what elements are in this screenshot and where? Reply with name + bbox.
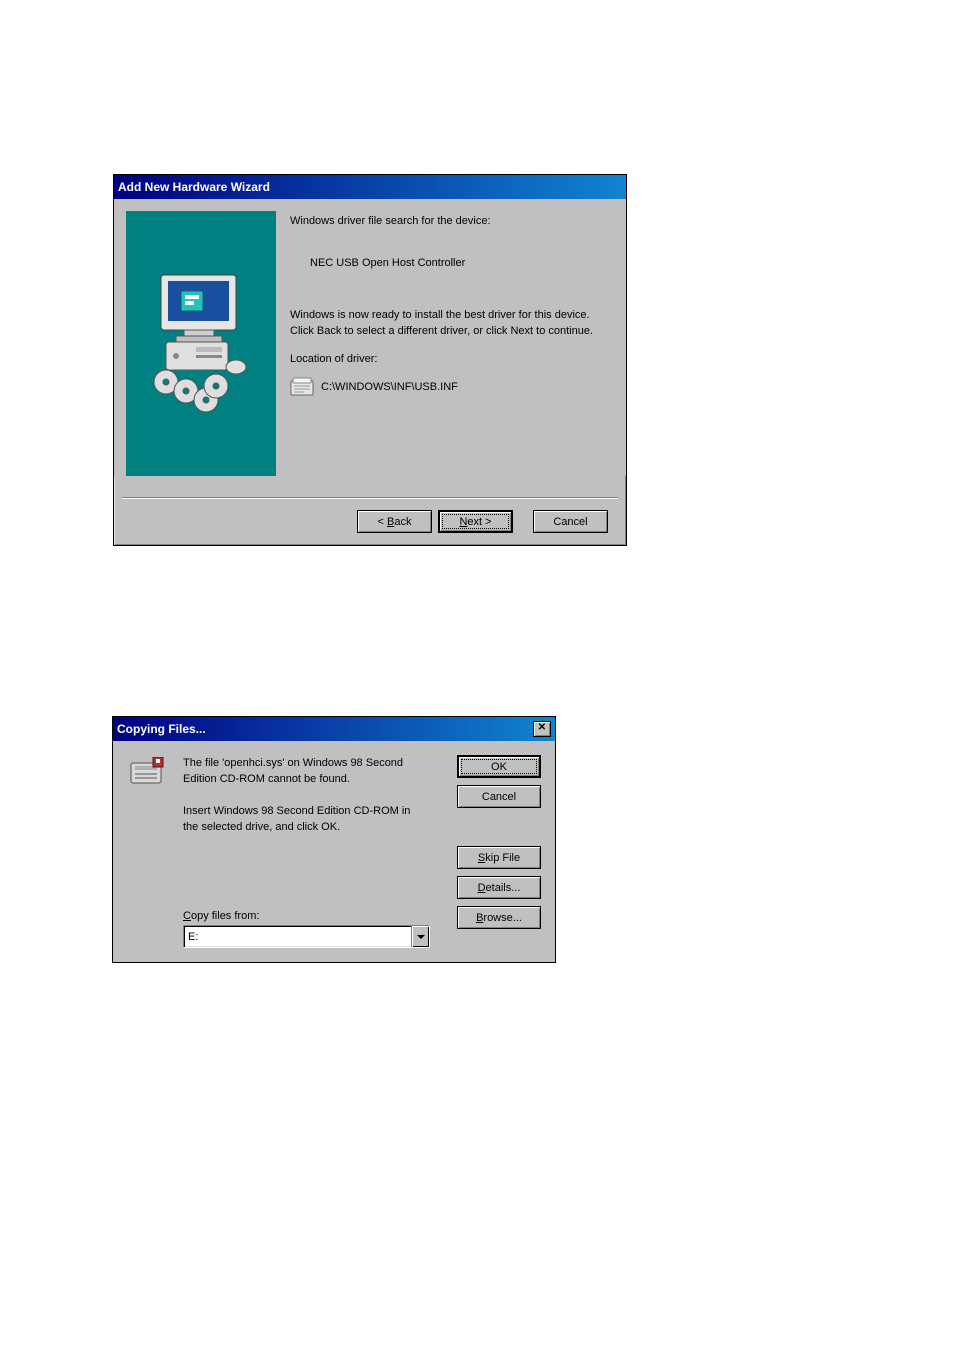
copying-message-2: Insert Windows 98 Second Edition CD-ROM … xyxy=(183,803,428,835)
wizard-ready-message: Windows is now ready to install the best… xyxy=(290,307,608,339)
wizard-separator xyxy=(122,497,618,499)
wizard-device-name: NEC USB Open Host Controller xyxy=(290,255,608,271)
skip-file-button[interactable]: Skip File xyxy=(457,846,541,869)
wizard-location-label: Location of driver: xyxy=(290,351,608,367)
cancel-button[interactable]: Cancel xyxy=(533,510,608,533)
wizard-sidepanel xyxy=(126,211,276,476)
copy-cancel-button[interactable]: Cancel xyxy=(457,785,541,808)
details-button[interactable]: Details... xyxy=(457,876,541,899)
computer-devices-icon xyxy=(136,267,266,420)
wizard-titlebar: Add New Hardware Wizard xyxy=(114,175,626,199)
copying-titlebar: Copying Files... ✕ xyxy=(113,717,555,741)
dropdown-icon[interactable] xyxy=(411,926,429,947)
copying-dialog: Copying Files... ✕ The file 'openhci.sys… xyxy=(112,716,556,963)
wizard-driver-path: C:\WINDOWS\INF\USB.INF xyxy=(321,379,458,395)
copying-message-1: The file 'openhci.sys' on Windows 98 Sec… xyxy=(183,755,428,787)
next-button[interactable]: Next > xyxy=(438,510,513,533)
copy-from-combo[interactable] xyxy=(183,925,430,948)
floppy-icon xyxy=(129,757,167,787)
wizard-title: Add New Hardware Wizard xyxy=(118,180,622,194)
wizard-heading: Windows driver file search for the devic… xyxy=(290,213,608,229)
copying-title: Copying Files... xyxy=(117,722,533,736)
back-button[interactable]: < Back xyxy=(357,510,432,533)
close-icon[interactable]: ✕ xyxy=(533,721,551,737)
ok-button[interactable]: OK xyxy=(457,755,541,778)
wizard-dialog: Add New Hardware Wizard xyxy=(113,174,627,546)
copy-from-input[interactable] xyxy=(184,926,411,947)
inf-file-icon xyxy=(290,377,314,397)
browse-button[interactable]: Browse... xyxy=(457,906,541,929)
copy-from-label: Copy files from: xyxy=(183,910,259,922)
